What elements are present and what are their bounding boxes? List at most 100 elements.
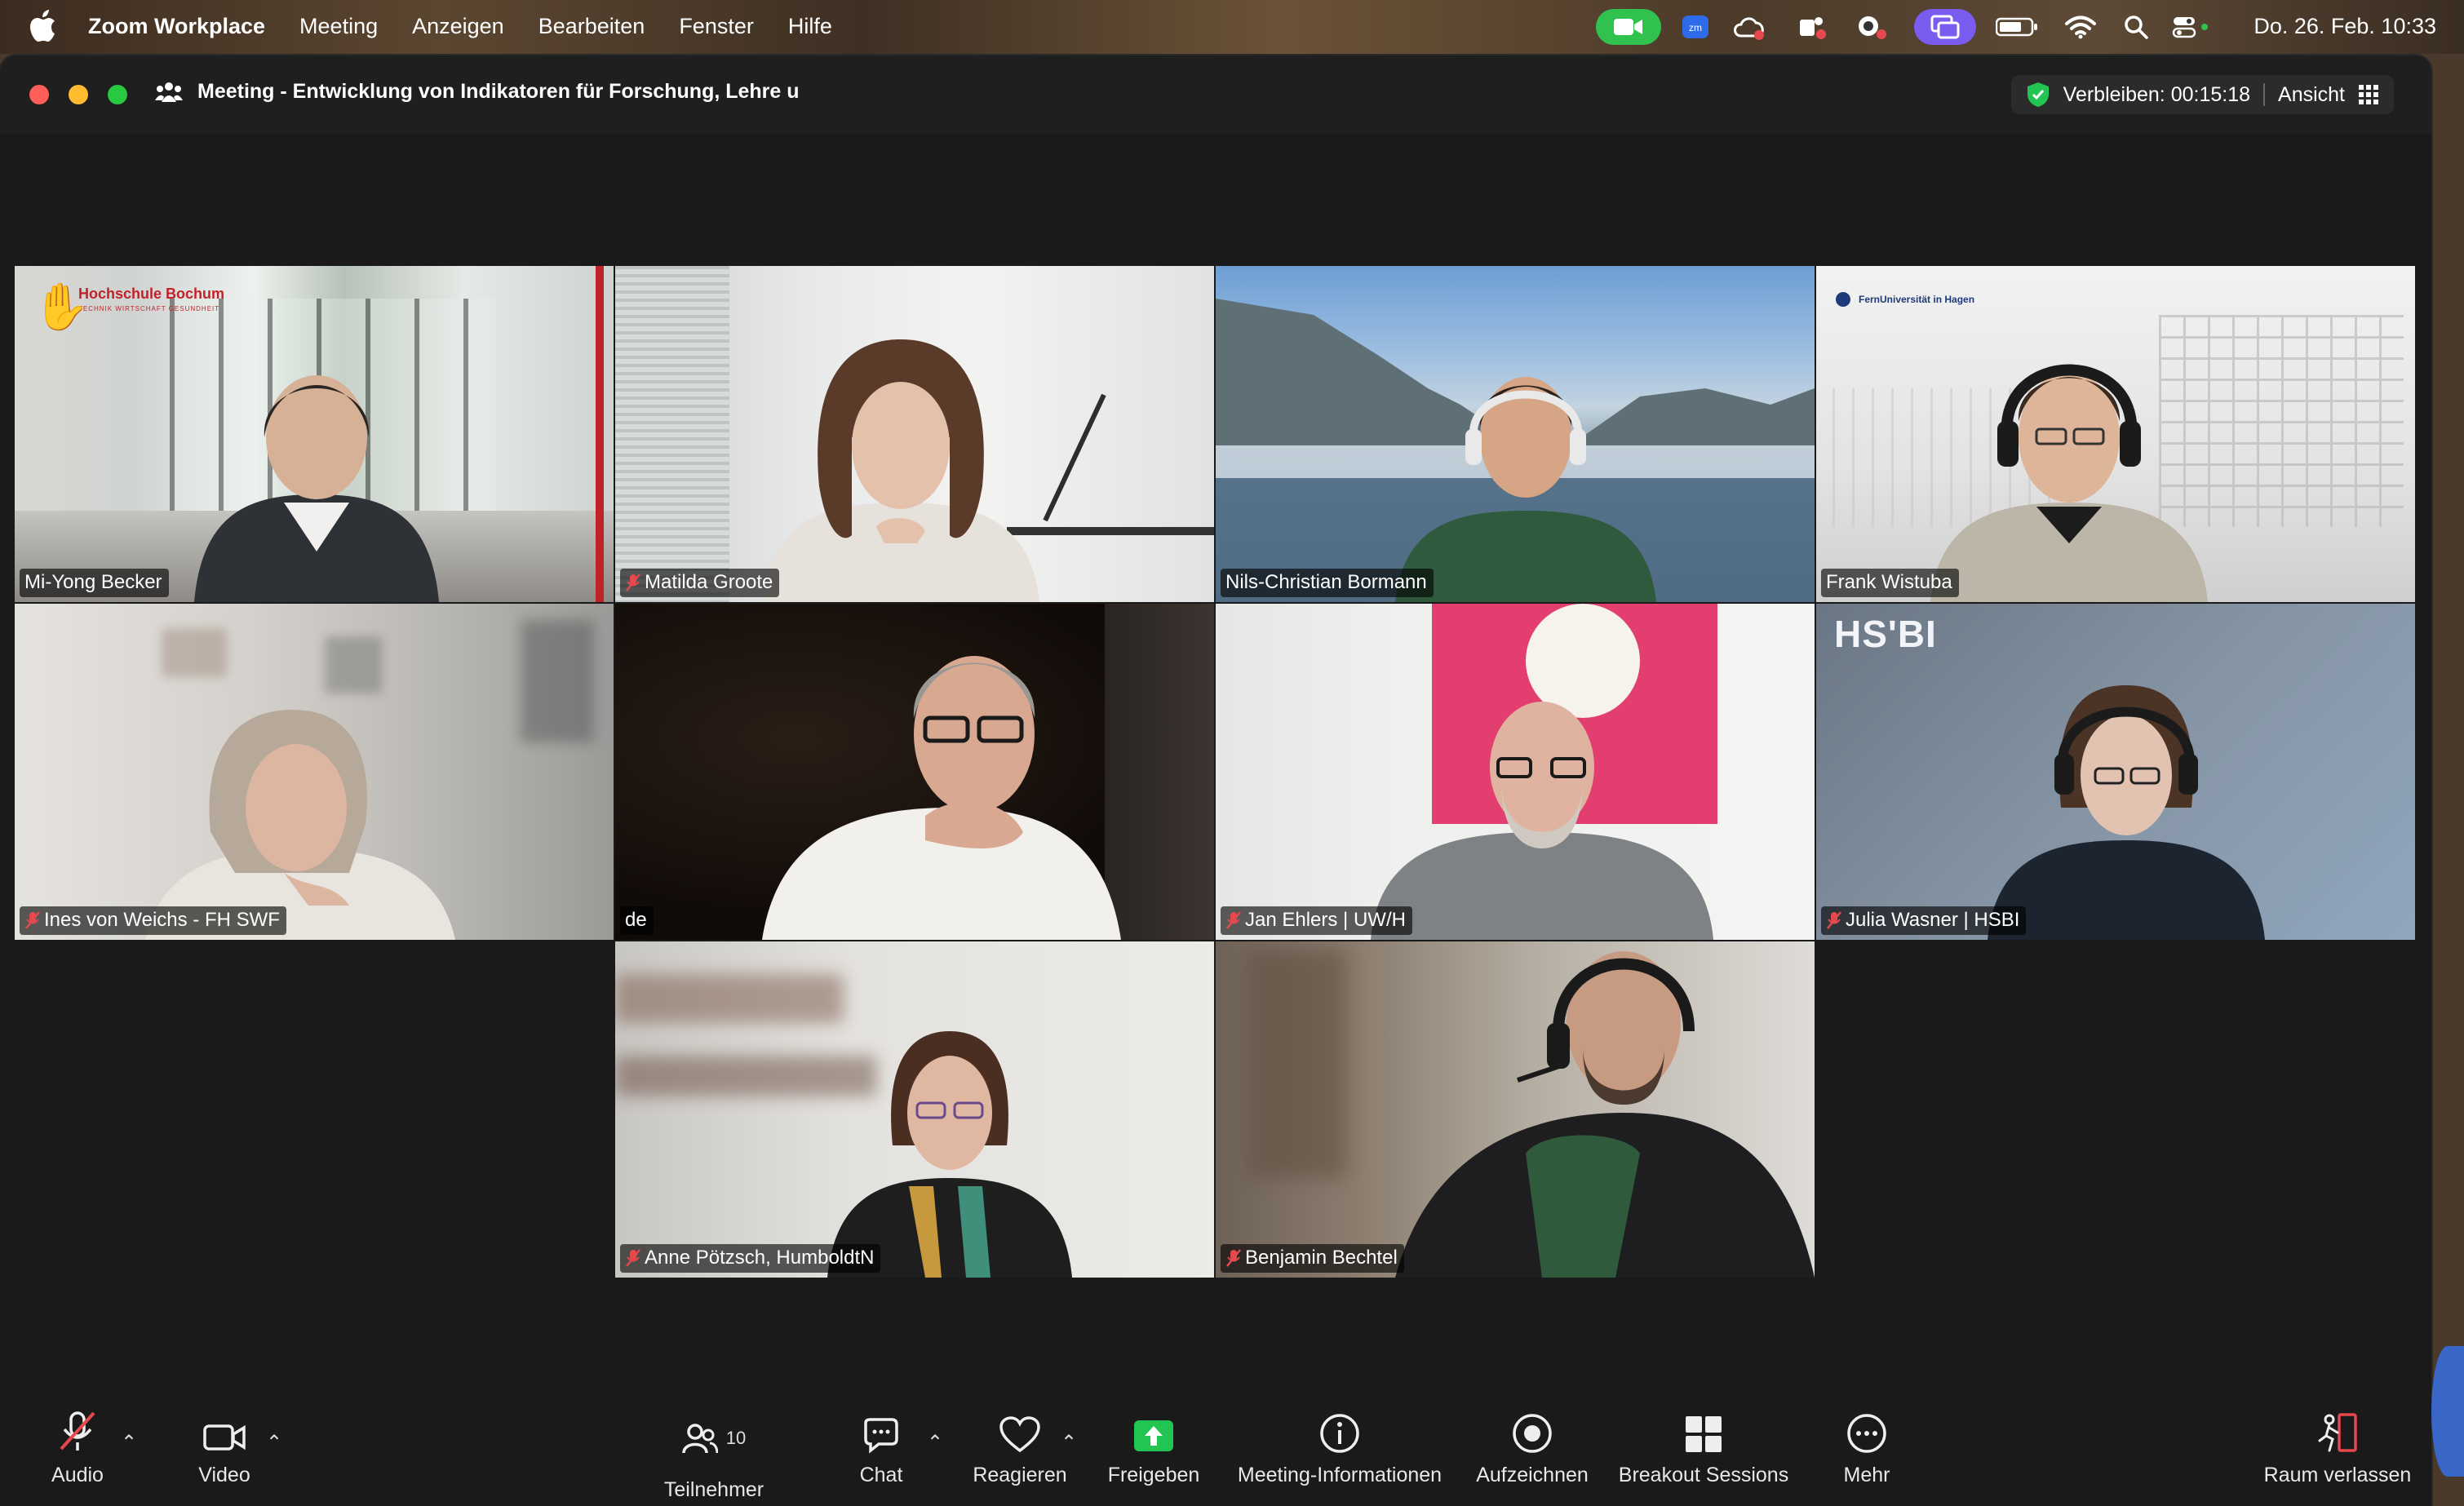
participant-silhouette <box>762 656 1121 940</box>
macos-menu-bar: Zoom Workplace Meeting Anzeigen Bearbeit… <box>0 0 2464 54</box>
record-button[interactable]: Aufzeichnen <box>1474 1393 1591 1506</box>
remaining-time: Verbleiben: 00:15:18 <box>2063 82 2251 106</box>
video-tile-jan-ehlers[interactable]: Jan Ehlers | UW/H <box>1216 604 1815 940</box>
video-camera-icon <box>203 1424 246 1451</box>
video-tile-ines-von-weichs[interactable]: Ines von Weichs - FH SWF <box>15 604 614 940</box>
record-app-icon[interactable] <box>1854 9 1890 45</box>
raised-hand-icon: ✋ <box>33 281 90 332</box>
participant-name: Matilda Groote <box>645 571 773 593</box>
menu-meeting[interactable]: Meeting <box>299 14 378 39</box>
menu-help[interactable]: Hilfe <box>788 14 832 39</box>
menu-bar-clock[interactable]: Do. 26. Feb. 10:33 <box>2253 14 2436 39</box>
close-window-button[interactable] <box>29 85 49 104</box>
participant-name: de <box>625 909 647 931</box>
video-tile-de[interactable]: de <box>615 604 1214 940</box>
hsbi-logo-text: HS'BI <box>1834 613 1937 655</box>
video-tile-matilda-groote[interactable]: Matilda Groote <box>615 266 1214 602</box>
participants-count: 10 <box>725 1428 747 1448</box>
menu-app-name[interactable]: Zoom Workplace <box>88 14 265 39</box>
audio-button[interactable]: Audio <box>41 1393 114 1506</box>
minimize-window-button[interactable] <box>69 85 88 104</box>
participant-silhouette <box>762 339 1039 602</box>
more-button[interactable]: Mehr <box>1832 1393 1901 1506</box>
meeting-toolbar: Audio ⌃ Video ⌃ 10 Teilnehmer Chat ⌃ Rea… <box>0 1393 2431 1506</box>
chat-button[interactable]: Chat <box>849 1393 914 1506</box>
participant-name-label: de <box>620 906 654 935</box>
muted-mic-icon <box>1827 911 1841 929</box>
video-tile-benjamin-bechtel[interactable]: Benjamin Bechtel <box>1216 941 1815 1278</box>
share-screen-button[interactable]: Freigeben <box>1106 1393 1201 1506</box>
battery-icon[interactable] <box>1994 9 2040 45</box>
view-button[interactable]: Ansicht <box>2278 83 2345 107</box>
teams-icon[interactable] <box>1795 9 1828 45</box>
react-options-chevron-up-icon[interactable]: ⌃ <box>1061 1431 1077 1455</box>
wifi-icon[interactable] <box>2064 9 2097 45</box>
participant-silhouette <box>1395 951 1815 1278</box>
security-shield-icon[interactable] <box>2026 82 2050 108</box>
menu-window[interactable]: Fenster <box>679 14 754 39</box>
video-tile-frank-wistuba[interactable]: FernUniversität in Hagen Frank Wistuba <box>1816 266 2415 602</box>
participant-name-label: Anne Pötzsch, HumboldtN <box>620 1244 881 1273</box>
participant-name: Anne Pötzsch, HumboldtN <box>645 1247 875 1269</box>
video-label: Video <box>198 1464 250 1486</box>
chat-label: Chat <box>859 1464 903 1486</box>
chat-options-chevron-up-icon[interactable]: ⌃ <box>927 1431 943 1455</box>
info-icon <box>1320 1414 1359 1453</box>
muted-mic-icon <box>25 911 40 929</box>
video-tile-nils-christian-bormann[interactable]: Nils-Christian Bormann <box>1216 266 1815 602</box>
breakout-rooms-icon <box>1686 1416 1722 1452</box>
record-label: Aufzeichnen <box>1476 1464 1589 1486</box>
share-screen-icon <box>1134 1420 1173 1451</box>
hochschule-bochum-logo-subtext: TECHNIK WIRTSCHAFT GESUNDHEIT <box>78 305 220 312</box>
participant-name-label: Frank Wistuba <box>1821 569 1959 597</box>
fernuni-logo: FernUniversität in Hagen <box>1834 290 1974 308</box>
participants-button[interactable]: 10 Teilnehmer <box>653 1393 775 1506</box>
record-icon <box>1513 1414 1552 1453</box>
creative-cloud-icon[interactable] <box>1731 9 1767 45</box>
participant-name-label: Benjamin Bechtel <box>1221 1244 1404 1273</box>
meeting-info-button[interactable]: Meeting-Informationen <box>1232 1393 1447 1506</box>
zoom-window-button[interactable] <box>108 85 127 104</box>
meeting-status-pill: Verbleiben: 00:15:18 Ansicht <box>2010 75 2394 114</box>
video-options-chevron-up-icon[interactable]: ⌃ <box>266 1431 282 1455</box>
react-label: Reagieren <box>973 1464 1067 1486</box>
meeting-info-label: Meeting-Informationen <box>1237 1464 1443 1486</box>
muted-mic-icon <box>1226 1249 1241 1267</box>
leave-door-icon <box>2318 1413 2357 1452</box>
leave-label: Raum verlassen <box>2263 1464 2412 1486</box>
react-button[interactable]: Reagieren <box>971 1393 1069 1506</box>
meeting-title-area: Meeting - Entwicklung von Indikatoren fü… <box>155 80 800 104</box>
participant-name: Julia Wasner | HSBI <box>1846 909 2020 931</box>
spotlight-search-icon[interactable] <box>2121 9 2151 45</box>
video-tile-anne-poetzsch[interactable]: Anne Pötzsch, HumboldtN <box>615 941 1214 1278</box>
video-tile-mi-yong-becker[interactable]: Hochschule Bochum TECHNIK WIRTSCHAFT GES… <box>15 266 614 602</box>
participants-icon <box>682 1424 718 1454</box>
zoom-video-status-icon[interactable] <box>1596 9 1661 45</box>
participant-name: Benjamin Bechtel <box>1245 1247 1398 1269</box>
menu-edit[interactable]: Bearbeiten <box>538 14 645 39</box>
participant-silhouette <box>1930 364 2208 602</box>
muted-microphone-icon <box>60 1411 95 1451</box>
muted-mic-icon <box>626 1249 640 1267</box>
participant-silhouette <box>827 1031 1072 1278</box>
apple-logo-icon[interactable] <box>29 10 57 42</box>
video-button[interactable]: Video <box>188 1393 261 1506</box>
audio-options-chevron-up-icon[interactable]: ⌃ <box>121 1431 137 1455</box>
video-tile-julia-wasner[interactable]: HS'BI Julia Wasner | HSBI <box>1816 604 2415 940</box>
desktop-wallpaper-peek <box>2431 1346 2464 1477</box>
status-divider <box>2263 83 2266 106</box>
zoom-app-icon[interactable]: zm <box>1679 9 1712 45</box>
participant-name: Frank Wistuba <box>1826 571 1952 593</box>
fernuni-logo-icon <box>1836 292 1850 307</box>
leave-meeting-button[interactable]: Raum verlassen <box>2260 1393 2415 1506</box>
share-label: Freigeben <box>1107 1464 1200 1486</box>
chat-bubble-icon <box>864 1418 898 1454</box>
control-center-icon[interactable] <box>2170 9 2213 45</box>
breakout-sessions-button[interactable]: Breakout Sessions <box>1615 1393 1792 1506</box>
window-title-bar: Meeting - Entwicklung von Indikatoren fü… <box>0 55 2431 134</box>
menu-view[interactable]: Anzeigen <box>412 14 504 39</box>
grid-view-icon[interactable] <box>2358 84 2379 105</box>
fernuni-logo-text: FernUniversität in Hagen <box>1859 294 1975 305</box>
screen-mirroring-icon[interactable] <box>1914 9 1976 45</box>
participant-name: Nils-Christian Bormann <box>1225 571 1427 593</box>
